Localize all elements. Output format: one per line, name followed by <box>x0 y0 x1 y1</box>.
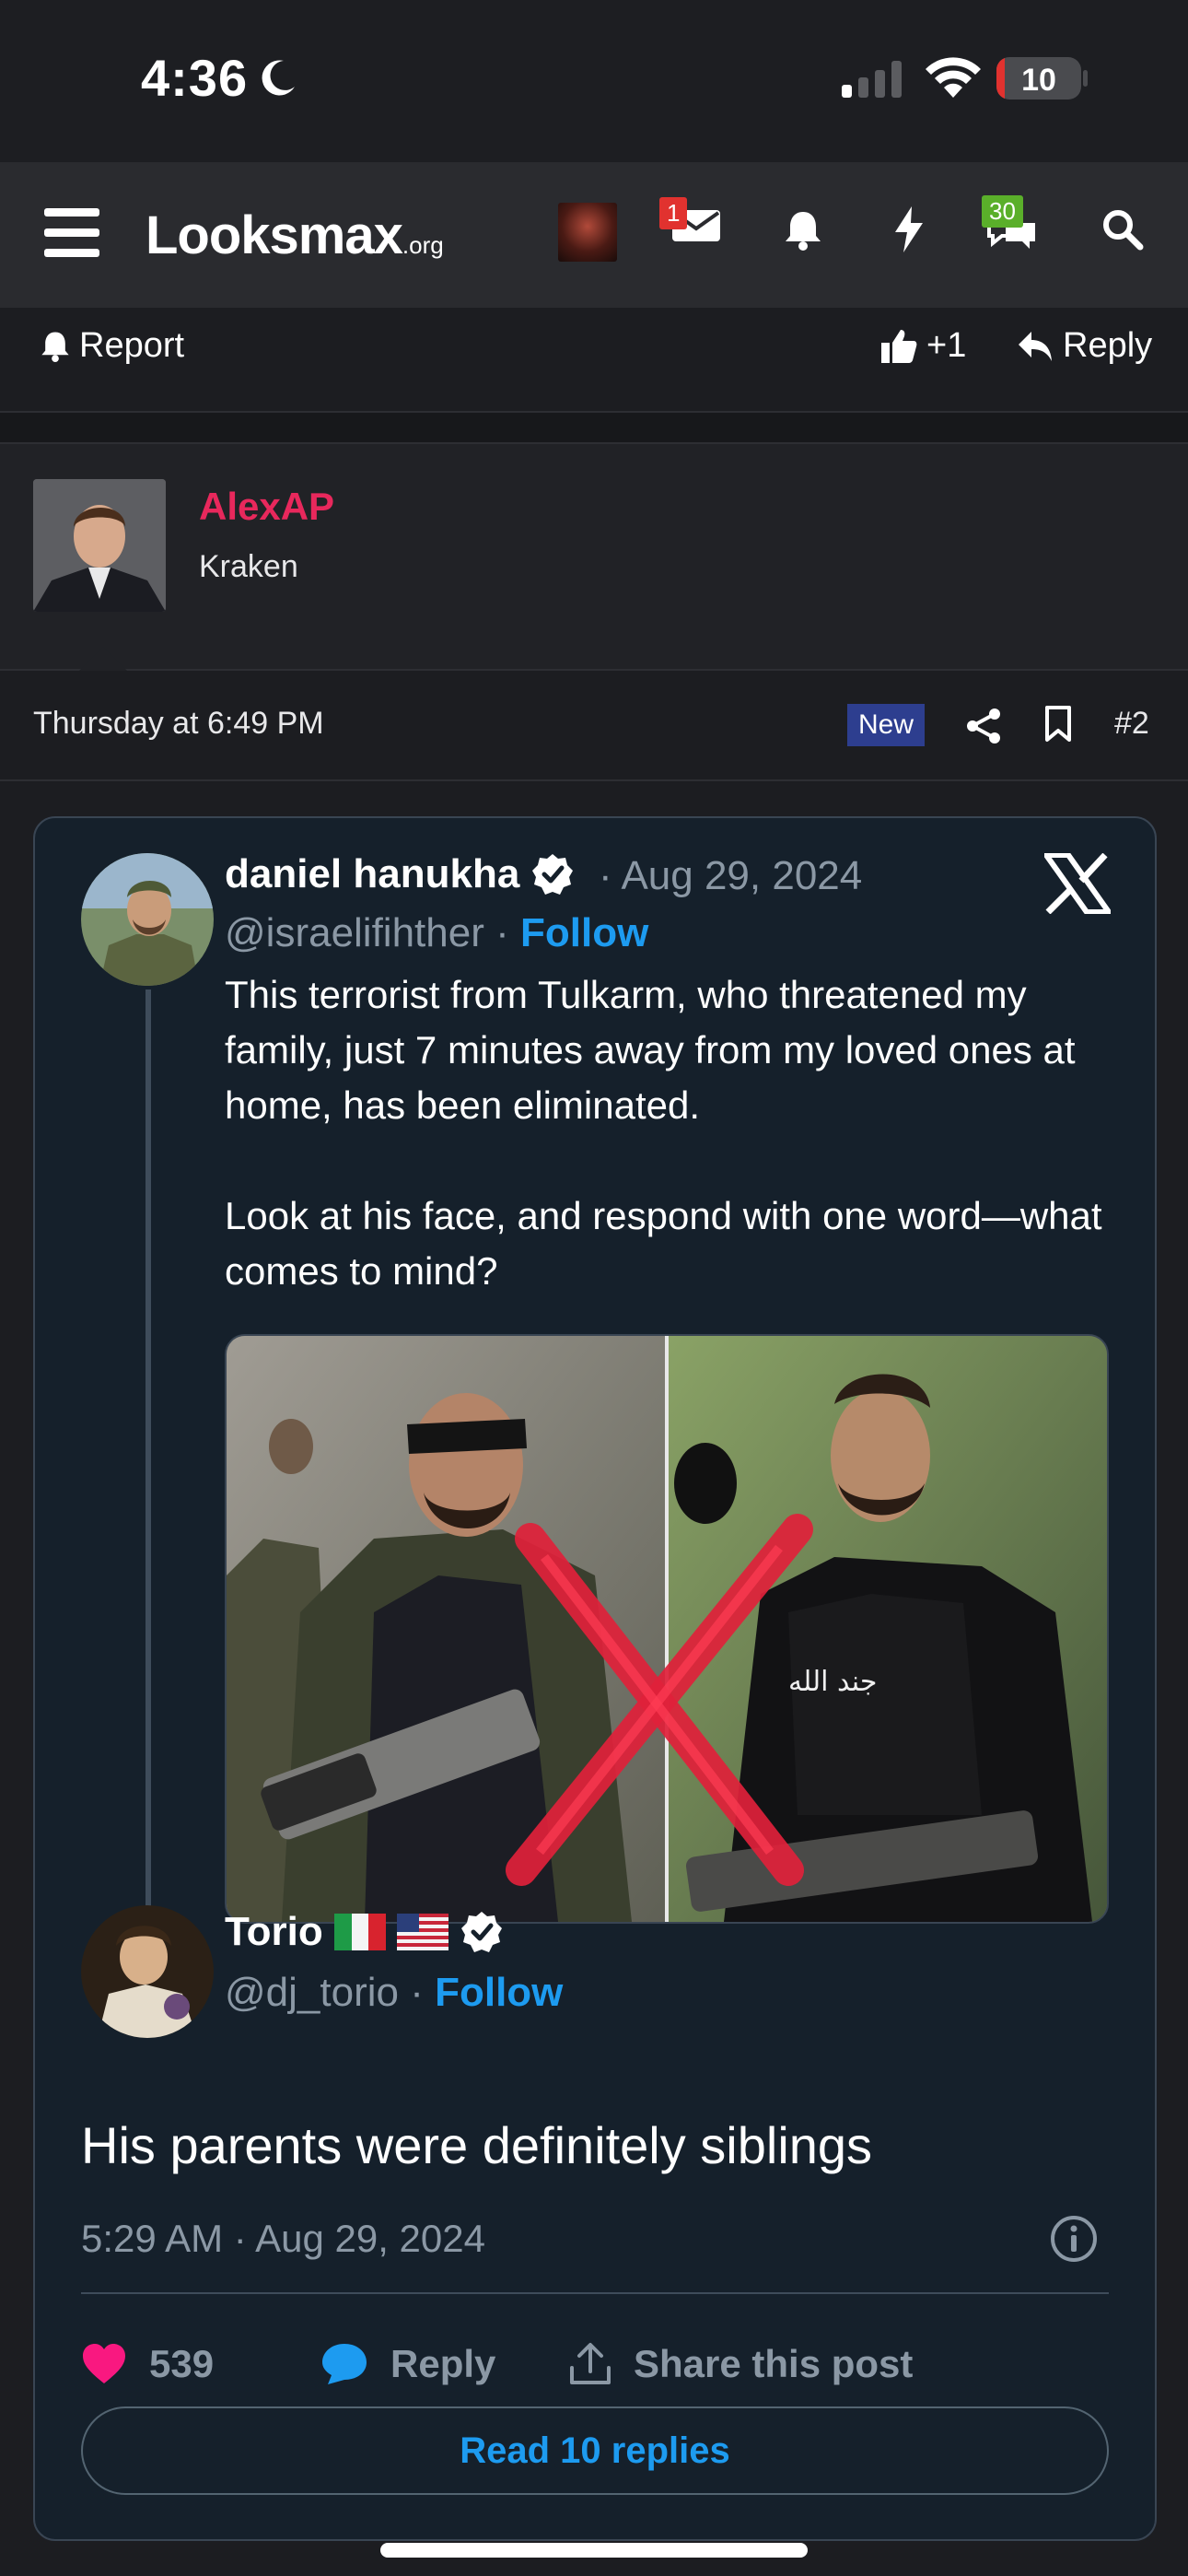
reply-icon <box>1019 331 1052 361</box>
reply-button[interactable]: Reply <box>1017 326 1152 366</box>
thumbs-up-icon <box>881 329 917 363</box>
tweet-author-name[interactable]: daniel hanukha <box>225 851 519 897</box>
upload-share-icon <box>570 2343 611 2384</box>
status-time: 4:36 <box>141 49 249 107</box>
post-separator <box>0 413 1188 444</box>
italy-flag-icon <box>333 1914 386 1950</box>
user-pointer <box>79 647 127 671</box>
report-label: Report <box>79 326 185 365</box>
info-icon[interactable] <box>1050 2215 1098 2263</box>
like-count: 539 <box>149 2342 215 2385</box>
lightning-icon[interactable] <box>893 206 925 252</box>
read-replies-button[interactable]: Read 10 replies <box>81 2406 1109 2495</box>
moon-icon <box>262 60 295 96</box>
speech-bubble-icon <box>322 2344 367 2384</box>
cellular-signal-icon <box>842 61 902 98</box>
tweet-handle[interactable]: @israelifihther · <box>225 910 509 955</box>
reply-timestamp[interactable]: 5:29 AM · Aug 29, 2024 <box>81 2217 485 2261</box>
tweet-divider <box>81 2292 1109 2294</box>
x-logo-icon[interactable] <box>1044 853 1111 914</box>
site-header: Looksmax.org 1 30 <box>0 162 1188 308</box>
post-number[interactable]: #2 <box>1114 706 1149 742</box>
reply-handle[interactable]: @dj_torio · <box>225 1970 424 2015</box>
reply-follow-button[interactable]: Follow <box>435 1970 563 2015</box>
share-label: Share this post <box>634 2342 914 2385</box>
reply-author-name-row[interactable]: Torio <box>225 1909 504 1955</box>
tweet-date[interactable]: · Aug 29, 2024 <box>599 853 862 899</box>
wifi-icon <box>926 57 981 98</box>
embedded-tweet: daniel hanukha · Aug 29, 2024 @israelifi… <box>33 816 1157 2541</box>
search-icon[interactable] <box>1101 208 1144 251</box>
usa-flag-icon <box>396 1914 448 1950</box>
report-button[interactable]: Report <box>41 326 184 366</box>
tweet-handle-row: @israelifihther · Follow <box>225 910 648 956</box>
like-action[interactable]: 539 <box>81 2342 320 2386</box>
menu-icon[interactable] <box>44 208 99 258</box>
username[interactable]: AlexAP <box>199 485 334 529</box>
tweet-author-avatar[interactable] <box>81 853 214 986</box>
new-badge: New <box>847 704 926 746</box>
like-button[interactable]: +1 <box>880 326 966 366</box>
battery-level: 10 <box>1021 63 1056 98</box>
reply-label: Reply <box>1063 326 1153 365</box>
inbox-badge: 1 <box>659 197 688 229</box>
previous-post-actions: Report +1 Reply <box>0 308 1188 413</box>
like-count: +1 <box>926 326 967 365</box>
image-patch-text: جند الله <box>788 1666 877 1698</box>
reply-text: His parents were definitely siblings <box>81 2116 873 2174</box>
verified-icon <box>532 854 574 895</box>
user-title: Kraken <box>199 549 298 584</box>
battery-indicator: 10 <box>996 57 1081 100</box>
tweet-actions: 539 Reply Share this post <box>81 2327 1109 2401</box>
reply-label: Reply <box>390 2342 496 2385</box>
verified-icon <box>460 1912 502 1952</box>
logo-text: Looksmax <box>146 205 403 265</box>
tweet-author-name-row[interactable]: daniel hanukha <box>225 851 575 897</box>
reply-author-avatar[interactable] <box>81 1905 214 2038</box>
reply-action[interactable]: Reply <box>320 2342 569 2386</box>
bell-icon <box>41 332 69 362</box>
post-user-header: AlexAP Kraken <box>0 444 1188 671</box>
heart-icon <box>83 2344 125 2383</box>
logo-suffix: .org <box>402 231 444 259</box>
site-logo[interactable]: Looksmax.org <box>146 205 444 266</box>
thread-line <box>146 989 151 1948</box>
follow-button[interactable]: Follow <box>520 910 648 955</box>
battery-tip <box>1083 70 1088 87</box>
post-date[interactable]: Thursday at 6:49 PM <box>33 706 324 742</box>
conversations-badge: 30 <box>982 195 1023 228</box>
bookmark-icon[interactable] <box>1044 706 1072 743</box>
post-meta: Thursday at 6:49 PM New #2 <box>0 671 1188 781</box>
status-bar: 4:36 10 <box>0 0 1188 162</box>
account-avatar[interactable] <box>558 203 617 262</box>
home-indicator[interactable] <box>380 2543 808 2558</box>
tweet-image[interactable]: جند الله <box>225 1334 1109 1924</box>
reply-handle-row: @dj_torio · Follow <box>225 1970 563 2016</box>
user-avatar[interactable] <box>33 479 166 612</box>
tweet-text: This terrorist from Tulkarm, who threate… <box>225 973 1102 1293</box>
share-action[interactable]: Share this post <box>569 2342 913 2386</box>
share-icon[interactable] <box>965 708 1002 744</box>
reply-author-name[interactable]: Torio <box>225 1909 323 1955</box>
bell-icon[interactable] <box>785 210 821 251</box>
